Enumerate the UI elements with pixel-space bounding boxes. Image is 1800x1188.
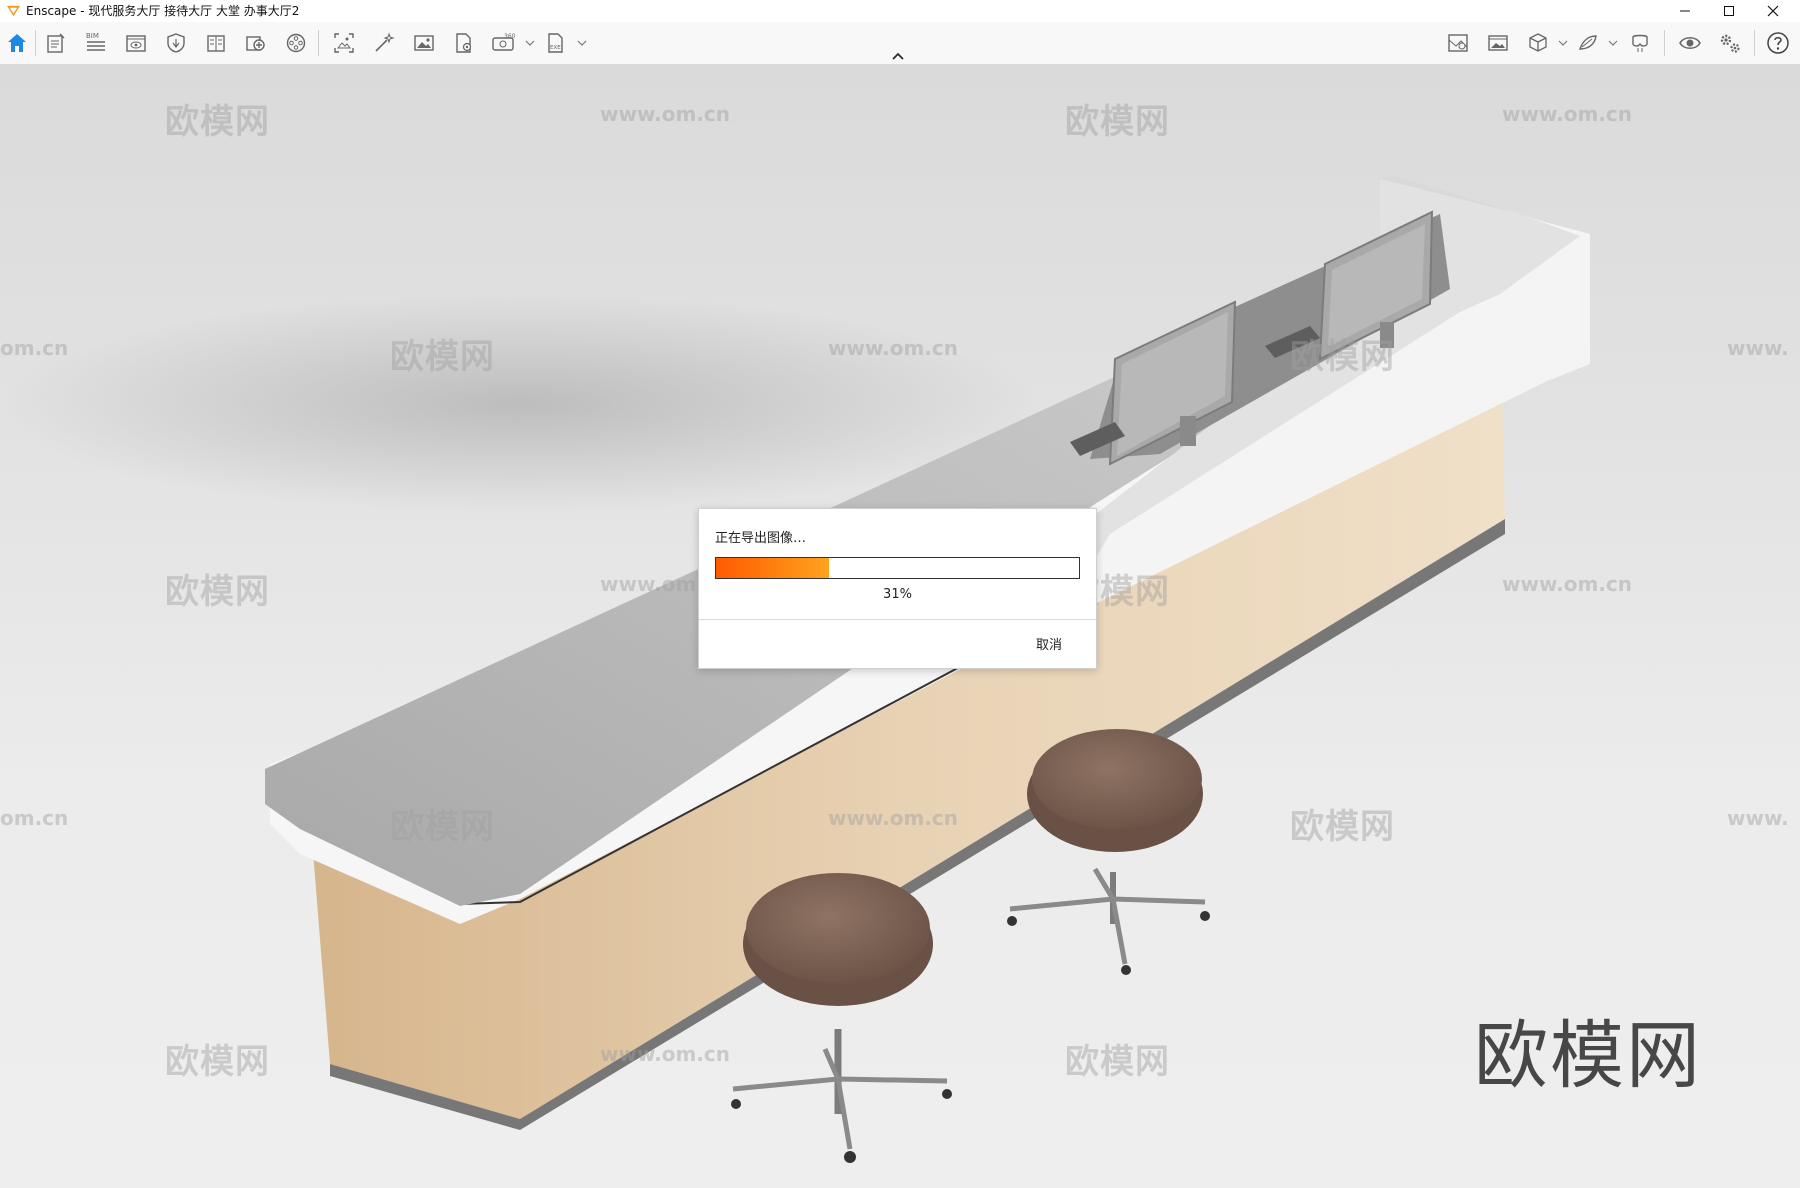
image-gallery-button[interactable]: [1484, 30, 1512, 56]
home-icon: [8, 34, 26, 52]
exe-dropdown[interactable]: [577, 36, 587, 50]
exe-label: EXE: [550, 45, 561, 51]
material-editor-button[interactable]: [202, 30, 230, 56]
progress-percent-label: 31%: [883, 587, 912, 602]
panorama-button[interactable]: 360: [490, 30, 518, 56]
video-editor-button[interactable]: [282, 30, 310, 56]
cube-dropdown[interactable]: [1558, 36, 1568, 50]
maximize-icon: [1724, 6, 1734, 16]
toolbar-separator: [35, 30, 36, 56]
exe-export-button[interactable]: EXE: [542, 30, 570, 56]
help-button[interactable]: [1764, 30, 1792, 56]
watermark-logo: 欧模网: [165, 1042, 270, 1082]
close-button[interactable]: [1751, 0, 1795, 22]
book-icon: [207, 35, 225, 52]
bim-label: BIM: [86, 32, 99, 40]
watermark-logo: 欧模网: [1290, 337, 1395, 377]
progress-bar: [715, 557, 1080, 579]
document-button[interactable]: [42, 30, 70, 56]
watermark-logo: 欧模网: [390, 807, 495, 847]
dialog-divider: [699, 619, 1096, 620]
export-settings-button[interactable]: [450, 30, 478, 56]
window-title: Enscape - 现代服务大厅 接待大厅 大堂 办事大厅2: [26, 4, 300, 18]
batch-render-button[interactable]: [410, 30, 438, 56]
chevron-down-icon: [1558, 40, 1568, 46]
panorama-360-icon: 360: [492, 33, 516, 51]
eye-frame-icon: [126, 35, 146, 52]
bim-icon: BIM: [86, 32, 105, 51]
eye-icon: [1679, 37, 1701, 49]
map-button[interactable]: [1444, 30, 1472, 56]
settings-icon: [1720, 34, 1740, 53]
watermark-url: www.om.cn: [1502, 102, 1633, 126]
watermark-url: www.om.cn: [828, 806, 959, 830]
chevron-down-icon: [577, 40, 587, 46]
minimize-button[interactable]: [1663, 0, 1707, 22]
enhance-button[interactable]: [370, 30, 398, 56]
film-reel-icon: [286, 33, 306, 53]
view-management-button[interactable]: [122, 30, 150, 56]
watermark-url: www.: [1727, 336, 1789, 360]
panorama-dropdown[interactable]: [525, 36, 535, 50]
image-icon: [414, 35, 434, 51]
minimize-icon: [1680, 10, 1690, 12]
dialog-message: 正在导出图像…: [715, 531, 807, 546]
map-icon: [1448, 34, 1468, 52]
maximize-button[interactable]: [1707, 0, 1751, 22]
camera-add-icon: [246, 36, 265, 51]
watermark-url: www.om.cn: [600, 102, 731, 126]
watermark-logo: 欧模网: [165, 572, 270, 612]
watermark-url: om.cn: [0, 336, 69, 360]
watermark-logo: 欧模网: [165, 102, 270, 142]
cube-icon: [1529, 33, 1547, 52]
chevron-down-icon: [525, 40, 535, 46]
atlas-dropdown[interactable]: [1608, 36, 1618, 50]
shield-icon: [167, 33, 185, 53]
chevron-down-icon: [1608, 40, 1618, 46]
toolbar-collapse-button[interactable]: [890, 50, 906, 62]
stool-back: [1007, 729, 1210, 975]
watermark-url: www.om.cn: [600, 1042, 731, 1066]
create-view-button[interactable]: [242, 30, 270, 56]
watermark-url: www.om.cn: [828, 336, 959, 360]
vr-headset-icon: [1632, 34, 1648, 52]
magic-wand-icon: [375, 32, 395, 52]
asset-library-button[interactable]: [162, 30, 190, 56]
visual-settings-button[interactable]: [1676, 30, 1704, 56]
settings-button[interactable]: [1716, 30, 1744, 56]
export-progress-dialog: 正在导出图像… 31% 取消: [698, 508, 1097, 669]
watermark-url: om.cn: [0, 806, 69, 830]
cancel-button[interactable]: 取消: [1032, 632, 1066, 655]
toolbar-separator: [1754, 30, 1755, 56]
exe-export-icon: EXE: [548, 33, 563, 53]
cube-button[interactable]: [1524, 30, 1552, 56]
chevron-up-icon: [892, 52, 904, 60]
watermark-logo: 欧模网: [1065, 102, 1170, 142]
progress-fill: [716, 558, 829, 578]
watermark-logo: 欧模网: [390, 337, 495, 377]
panorama-label: 360: [504, 33, 516, 40]
watermark-brand-large: 欧模网: [1474, 1013, 1702, 1099]
stool-front: [731, 873, 952, 1163]
toolbar-separator: [318, 30, 319, 56]
document-icon: [47, 33, 65, 53]
atlas-button[interactable]: [1574, 30, 1602, 56]
screenshot-button[interactable]: [330, 30, 358, 56]
close-icon: [1767, 5, 1779, 17]
home-button[interactable]: [3, 30, 31, 56]
title-bar: Enscape - 现代服务大厅 接待大厅 大堂 办事大厅2: [0, 0, 1800, 22]
enscape-logo-icon: [6, 5, 21, 17]
toolbar-separator: [1664, 30, 1665, 56]
watermark-url: www.om.cn: [1502, 572, 1633, 596]
image-gallery-icon: [1488, 35, 1508, 51]
vr-button[interactable]: [1626, 30, 1654, 56]
file-settings-icon: [456, 33, 472, 53]
watermark-logo: 欧模网: [1065, 1042, 1170, 1082]
bim-button[interactable]: BIM: [82, 30, 110, 56]
help-icon: [1767, 32, 1789, 54]
watermark-url: www.: [1727, 806, 1789, 830]
screenshot-icon: [334, 33, 354, 53]
atlas-icon: [1579, 35, 1597, 50]
watermark-logo: 欧模网: [1290, 807, 1395, 847]
